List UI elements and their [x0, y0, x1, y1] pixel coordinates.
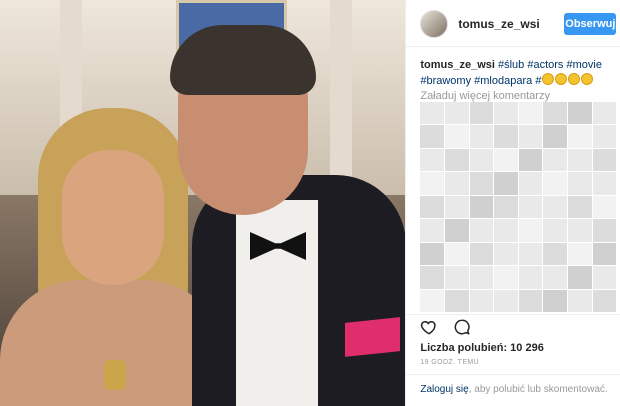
comment-icon[interactable] [453, 318, 471, 336]
hashtag-link[interactable]: #movie [567, 59, 602, 71]
hashtag-link[interactable]: #actors [527, 59, 563, 71]
photo-pocket-square [345, 317, 400, 357]
actions-divider [406, 314, 620, 315]
photo-man-shirt [236, 200, 318, 406]
post-caption: tomus_ze_wsi #ślub #actors #movie #brawo… [420, 58, 616, 89]
post-header: tomus_ze_wsi Obserwuj [406, 0, 620, 46]
photo-necklace [104, 360, 126, 390]
post-actions [420, 318, 480, 338]
emoji-icon [542, 73, 555, 85]
follow-button[interactable]: Obserwuj [564, 13, 617, 35]
photo-pillar [330, 0, 352, 200]
login-link[interactable]: Zaloguj się [420, 384, 468, 395]
emoji-icon [568, 73, 581, 85]
hashtag-link[interactable]: # [535, 75, 541, 87]
login-prompt: Zaloguj się, aby polubić lub skomentować… [420, 384, 607, 395]
heart-icon[interactable] [420, 318, 438, 336]
likes-count[interactable]: Liczba polubień: 10 296 [420, 342, 543, 354]
instagram-post: tomus_ze_wsi Obserwuj tomus_ze_wsi #ślub… [0, 0, 620, 406]
load-more-comments-link[interactable]: Załaduj więcej komentarzy [420, 90, 550, 102]
post-sidebar: tomus_ze_wsi Obserwuj tomus_ze_wsi #ślub… [405, 0, 620, 406]
photo-man-hair [170, 25, 316, 95]
avatar[interactable] [420, 10, 449, 38]
caption-username[interactable]: tomus_ze_wsi [420, 59, 495, 71]
header-username[interactable]: tomus_ze_wsi [458, 17, 539, 31]
hashtag-link[interactable]: #brawomy [420, 75, 471, 87]
footer-divider [406, 374, 620, 375]
login-prompt-text: , aby polubić lub skomentować. [468, 384, 608, 395]
photo-woman-face [62, 150, 164, 285]
hashtag-link[interactable]: #ślub [498, 59, 524, 71]
header-divider [406, 46, 620, 47]
emoji-icon [581, 73, 594, 85]
post-photo[interactable] [0, 0, 406, 406]
emoji-icon [555, 73, 568, 85]
hashtag-link[interactable]: #mlodapara [474, 75, 532, 87]
blurred-comments [420, 102, 617, 312]
post-timestamp: 19 GODZ. TEMU [420, 359, 480, 366]
